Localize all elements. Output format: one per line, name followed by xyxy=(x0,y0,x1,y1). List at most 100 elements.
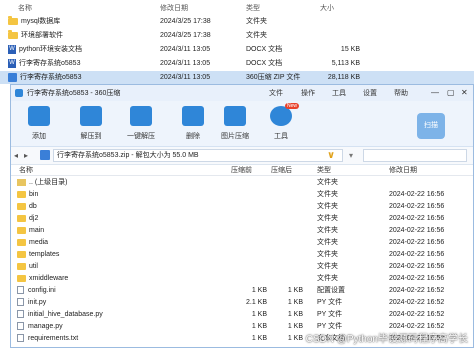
zip-file-icon xyxy=(40,150,50,160)
one-click-extract-label: 一键解压 xyxy=(127,133,155,140)
file-date: 2024-02-22 16:56 xyxy=(389,227,445,234)
explorer-row[interactable]: 环境部署软件 2024/3/25 17:38 文件夹 xyxy=(0,29,474,42)
explorer-row-date: 2024/3/25 17:38 xyxy=(160,32,211,39)
back-arrow-icon[interactable]: ◂ xyxy=(14,151,18,160)
history-arrow-icon[interactable]: ▾ xyxy=(349,151,353,160)
explorer-col-name[interactable]: 名称 xyxy=(18,2,32,15)
file-row[interactable]: xmiddleware 文件夹 2024-02-22 16:56 xyxy=(11,273,473,284)
image-compress-button[interactable]: 图片压缩 xyxy=(215,104,255,144)
explorer-row-date: 2024/3/11 13:05 xyxy=(160,60,211,67)
col-name[interactable]: 名称 xyxy=(19,165,33,176)
file-row[interactable]: util 文件夹 2024-02-22 16:56 xyxy=(11,261,473,272)
maximize-icon[interactable]: ▢ xyxy=(447,88,455,97)
extract-to-button[interactable]: 解压到 xyxy=(71,104,111,144)
address-field[interactable]: 行李寄存系统o5853.zip - 解包大小为 55.0 MB xyxy=(53,149,343,162)
file-row[interactable]: templates 文件夹 2024-02-22 16:56 xyxy=(11,249,473,260)
file-size-before: 1 KB xyxy=(251,287,267,294)
explorer-row[interactable]: 行李寄存系统o5853 2024/3/11 13:05 360压缩 ZIP 文件 28… xyxy=(0,71,474,84)
file-list-header: 名称 压缩前 压缩后 类型 修改日期 xyxy=(11,165,473,176)
one-click-extract-icon xyxy=(130,106,152,126)
col-date[interactable]: 修改日期 xyxy=(389,165,417,176)
tools-icon xyxy=(270,106,292,126)
file-name: util xyxy=(17,261,38,272)
explorer-col-date[interactable]: 修改日期 xyxy=(160,2,188,15)
file-type: 文件夹 xyxy=(317,239,338,246)
explorer-row-size: 28,118 KB xyxy=(327,74,360,81)
file-icon xyxy=(17,334,24,343)
file-row[interactable]: init.py 2.1 KB 1 KB PY 文件 2024-02-22 16:52 xyxy=(11,297,473,308)
file-name: dj2 xyxy=(17,213,38,224)
up-folder-icon xyxy=(17,178,26,186)
toolbar: 添加 解压到 一键解压 删除 图片压缩 工具 New 扫描 xyxy=(11,101,473,147)
scan-button[interactable]: 扫描 xyxy=(417,113,445,139)
watermark: CSDN @Python毕设源码程序高学长 xyxy=(305,334,468,345)
file-type: PY 文件 xyxy=(317,299,343,306)
explorer-row-name: Wpython环境安装文档 xyxy=(8,44,83,54)
file-row[interactable]: config.ini 1 KB 1 KB 配置设置 2024-02-22 16:52 xyxy=(11,285,473,296)
file-row[interactable]: initial_hive_database.py 1 KB 1 KB PY 文件 202… xyxy=(11,309,473,320)
file-type: 文件夹 xyxy=(317,263,338,270)
menu-file[interactable]: 文件 xyxy=(269,88,283,98)
explorer-row-type: DOCX 文档 xyxy=(246,60,283,67)
folder-icon xyxy=(17,226,26,234)
tools-button[interactable]: 工具 xyxy=(261,104,301,144)
delete-label: 删除 xyxy=(186,133,200,140)
file-type: PY 文件 xyxy=(317,311,343,318)
explorer-col-type[interactable]: 类型 xyxy=(246,2,260,15)
file-row[interactable]: dj2 文件夹 2024-02-22 16:56 xyxy=(11,213,473,224)
menu-settings[interactable]: 设置 xyxy=(363,88,377,98)
file-name: manage.py xyxy=(17,321,63,332)
file-icon xyxy=(17,298,24,307)
minimize-icon[interactable]: — xyxy=(431,88,439,97)
file-type: 文件夹 xyxy=(317,227,338,234)
explorer-row-date: 2024/3/11 13:05 xyxy=(160,46,211,53)
explorer-col-size[interactable]: 大小 xyxy=(320,2,334,15)
one-click-extract-button[interactable]: 一键解压 xyxy=(121,104,161,144)
file-name: init.py xyxy=(17,297,46,308)
explorer-row[interactable]: mysql数据库 2024/3/25 17:38 文件夹 xyxy=(0,15,474,28)
folder-icon xyxy=(17,238,26,246)
file-date: 2024-02-22 16:56 xyxy=(389,251,445,258)
search-input[interactable] xyxy=(363,149,467,162)
file-date: 2024-02-22 16:56 xyxy=(389,203,445,210)
dropdown-chevron-icon[interactable]: ∨ xyxy=(327,150,335,161)
explorer-row-type: 文件夹 xyxy=(246,32,267,39)
tools-label: 工具 xyxy=(274,133,288,140)
col-after[interactable]: 压缩后 xyxy=(271,165,292,176)
file-size-before: 1 KB xyxy=(251,335,267,342)
file-type: 文件夹 xyxy=(317,275,338,282)
extract-to-label: 解压到 xyxy=(80,133,102,140)
file-size-before: 1 KB xyxy=(251,323,267,330)
delete-button[interactable]: 删除 xyxy=(173,104,213,144)
file-size-before: 1 KB xyxy=(251,311,267,318)
explorer-row-name: 环境部署软件 xyxy=(8,29,63,42)
file-name: .. (上级目录) xyxy=(17,177,68,188)
folder-icon xyxy=(17,202,26,210)
forward-arrow-icon[interactable]: ▸ xyxy=(24,151,28,160)
file-type: 文件夹 xyxy=(317,191,338,198)
file-icon xyxy=(17,310,24,319)
explorer-row[interactable]: Wpython环境安装文档 2024/3/11 13:05 DOCX 文档 15 KB xyxy=(0,43,474,56)
zip-icon xyxy=(8,72,17,82)
menu-operate[interactable]: 操作 xyxy=(301,88,315,98)
col-before[interactable]: 压缩前 xyxy=(231,165,252,176)
file-type: 文件夹 xyxy=(317,251,338,258)
explorer-row[interactable]: W 行李寄存系统o5853 2024/3/11 13:05 DOCX 文档 5,113 … xyxy=(0,57,474,70)
close-icon[interactable]: ✕ xyxy=(461,88,468,97)
file-name: config.ini xyxy=(17,285,56,296)
window-titlebar: 行李寄存系统o5853 - 360压缩 文件 操作 工具 设置 帮助 — ▢ ✕ xyxy=(11,85,473,101)
file-row[interactable]: .. (上级目录) 文件夹 xyxy=(11,177,473,188)
file-row[interactable]: db 文件夹 2024-02-22 16:56 xyxy=(11,201,473,212)
folder-icon xyxy=(8,29,18,39)
add-button[interactable]: 添加 xyxy=(19,104,59,144)
file-row[interactable]: bin 文件夹 2024-02-22 16:56 xyxy=(11,189,473,200)
menu-help[interactable]: 帮助 xyxy=(394,88,408,98)
file-date: 2024-02-22 16:56 xyxy=(389,263,445,270)
folder-icon xyxy=(17,274,26,282)
add-icon xyxy=(28,106,50,126)
file-row[interactable]: media 文件夹 2024-02-22 16:56 xyxy=(11,237,473,248)
explorer-row-name: mysql数据库 xyxy=(8,15,60,28)
file-row[interactable]: main 文件夹 2024-02-22 16:56 xyxy=(11,225,473,236)
col-type[interactable]: 类型 xyxy=(317,165,331,176)
menu-tools[interactable]: 工具 xyxy=(332,88,346,98)
